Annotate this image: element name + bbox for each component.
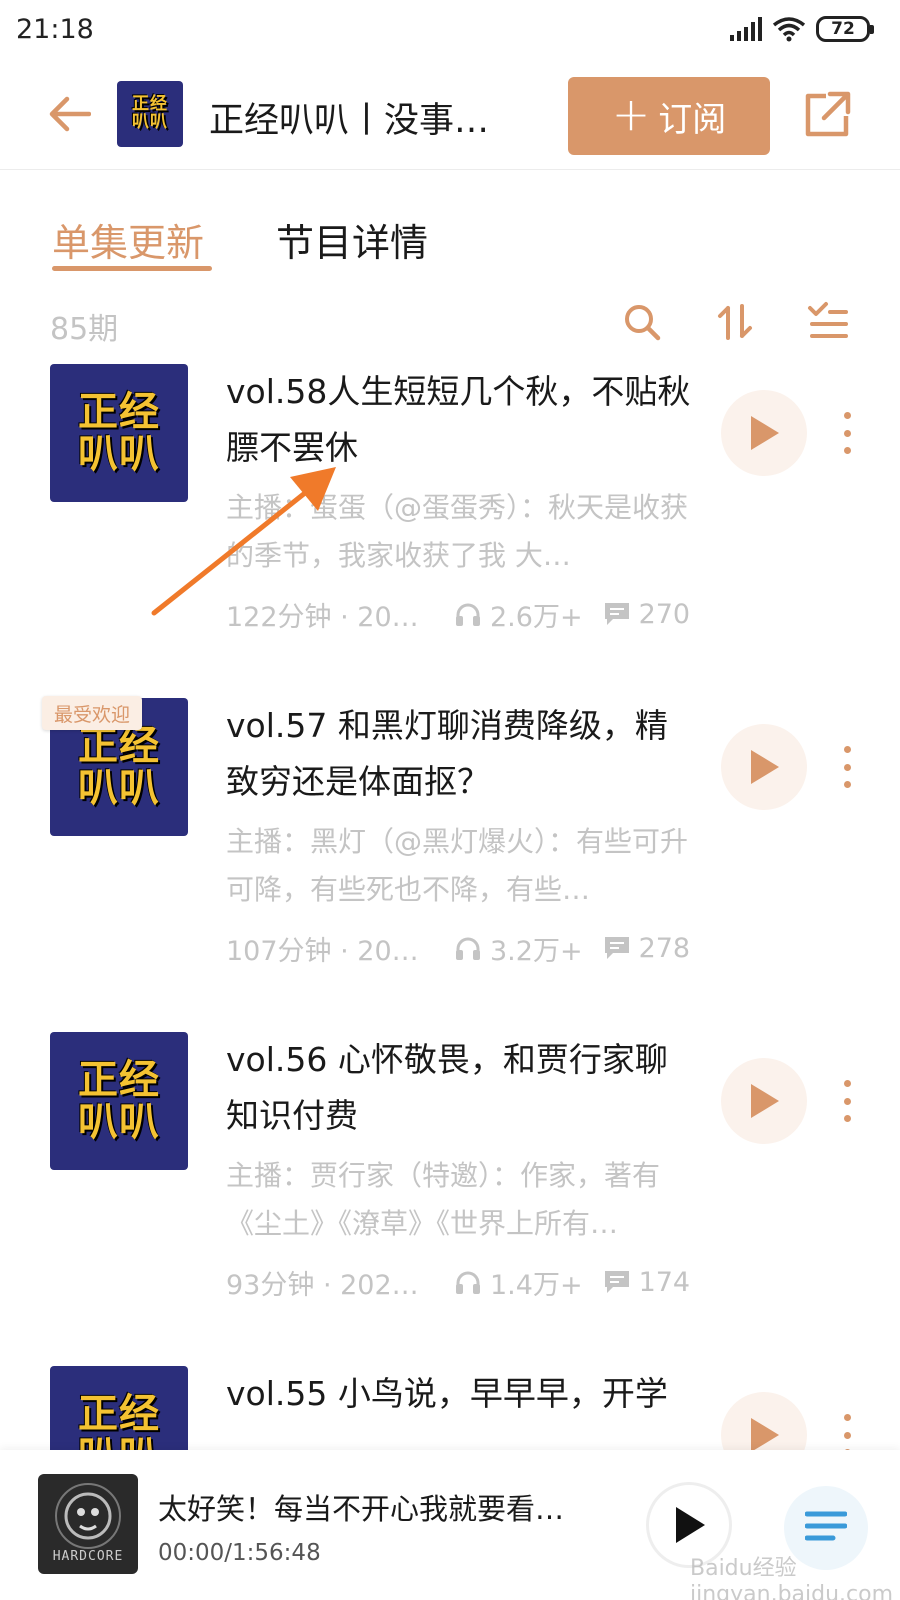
list-toolbar: 85期 [0,294,900,354]
episode-title: vol.57 和黑灯聊消费降级，精致穷还是体面抠？ [226,706,668,801]
tab-bar: 单集更新 节目详情 [0,200,900,280]
sort-icon[interactable] [712,298,760,346]
headphones-icon [456,937,480,960]
episode-item[interactable]: 正经 叭叭 最受欢迎 vol.57 和黑灯聊消费降级，精致穷还是体面抠？ 主播：… [0,696,900,1038]
mini-player-cover: HARDCORE [38,1474,138,1574]
share-icon [805,91,851,137]
play-icon [751,1084,779,1118]
episode-item[interactable]: 正经 叭叭 vol.58人生短短几个秋，不贴秋膘不罢休 主播：蛋蛋（@蛋蛋秀）：… [0,364,900,704]
episode-play-button[interactable] [721,1058,807,1144]
share-button[interactable] [800,86,856,142]
cover-text-line1: 正经 [78,1057,160,1103]
plus-icon: + [611,87,651,141]
episode-comments: 278 [638,932,691,964]
play-icon [751,1418,779,1450]
signal-icon [730,17,762,41]
episode-comments: 174 [638,1266,691,1298]
cover-text-line2: 叭叭 [78,431,160,477]
episode-cover: 正经 叭叭 [50,364,188,502]
comment-icon [604,937,629,959]
more-options-button[interactable] [832,1076,862,1126]
podcast-cover: 正经 叭叭 [117,81,183,147]
episode-item[interactable]: 正经 叭叭 vol.55 小鸟说，早早早，开学 [0,1366,900,1450]
tab-details[interactable]: 节目详情 [276,212,428,267]
wifi-icon [772,17,806,42]
status-icons: 72 [730,16,874,42]
search-icon[interactable] [618,298,666,346]
cover-text-line1: 正经 [78,723,160,769]
back-button[interactable] [44,88,96,140]
battery-indicator: 72 [816,16,874,42]
mini-player-title: 太好笑！每当不开心我就要看… [158,1492,565,1526]
episode-duration: 93分钟 · 2022… [226,1269,426,1301]
episode-title: vol.58人生短短几个秋，不贴秋膘不罢休 [226,372,691,467]
episode-plays: 2.6万+ [490,601,583,633]
active-tab-indicator [52,266,212,271]
episode-meta: 122分钟 · 202… 2.6万+ 270 [226,594,706,634]
cover-text-line1: 正经 [78,389,160,435]
episode-description: 主播：蛋蛋（@蛋蛋秀）：秋天是收获的季节，我家收获了我 大… [226,491,689,572]
popular-badge: 最受欢迎 [42,696,143,730]
more-options-button[interactable] [832,408,862,458]
episode-description: 主播：贾行家（特邀）：作家，著有《尘土》《潦草》《世界上所有… [226,1159,661,1240]
app-header: 正经 叭叭 正经叭叭丨没事… + 订阅 [0,64,900,170]
tab-episodes[interactable]: 单集更新 [52,212,204,267]
episode-comments: 270 [638,598,691,630]
status-time: 21:18 [16,14,94,45]
playlist-icon [805,1511,847,1541]
episode-cover: 正经 叭叭 [50,1032,188,1170]
mini-player-time: 00:00/1:56:48 [158,1540,321,1566]
more-options-button[interactable] [832,1410,862,1450]
headphones-icon [456,1271,480,1294]
mini-player[interactable]: HARDCORE 太好笑！每当不开心我就要看… 00:00/1:56:48 Ba… [0,1450,900,1600]
more-options-button[interactable] [832,742,862,792]
episode-item[interactable]: 正经 叭叭 vol.56 心怀敬畏，和贾行家聊知识付费 主播：贾行家（特邀）：作… [0,1032,900,1372]
play-icon [751,750,779,784]
episode-count: 85期 [50,312,119,347]
episode-cover: 正经 叭叭 [50,1366,188,1450]
episode-play-button[interactable] [721,1392,807,1450]
episode-plays: 1.4万+ [490,1269,583,1301]
cover-text-line2: 叭叭 [78,1435,160,1450]
back-arrow-icon [49,96,91,132]
play-icon [676,1507,705,1543]
episode-meta: 93分钟 · 2022… 1.4万+ 174 [226,1262,706,1302]
batch-select-icon[interactable] [804,298,852,346]
status-bar: 21:18 72 [0,0,900,64]
episode-play-button[interactable] [721,724,807,810]
comment-icon [604,603,629,625]
episode-play-button[interactable] [721,390,807,476]
comment-icon [604,1271,629,1293]
podcast-title: 正经叭叭丨没事… [209,101,490,141]
cover-text-line2: 叭叭 [132,112,168,132]
episode-plays: 3.2万+ [490,935,583,967]
episode-meta: 107分钟 · 202… 3.2万+ 278 [226,928,706,968]
cover-text-line2: 叭叭 [78,1099,160,1145]
play-icon [751,416,779,450]
cover-text-line2: 叭叭 [78,765,160,811]
watermark: Baidu经验 jingyan.baidu.com [690,1556,894,1600]
episode-duration: 122分钟 · 202… [226,601,426,633]
episode-description: 主播：黑灯（@黑灯爆火）：有些可升可降，有些死也不降，有些… [226,825,689,906]
cover-text-line1: 正经 [78,1391,160,1437]
subscribe-button[interactable]: + 订阅 [568,77,770,155]
episode-title: vol.56 心怀敬畏，和贾行家聊知识付费 [226,1040,668,1135]
headphones-icon [456,603,480,626]
episode-title: vol.55 小鸟说，早早早，开学 [226,1374,668,1413]
subscribe-label: 订阅 [658,99,727,140]
mini-cover-label: HARDCORE [52,1549,124,1564]
episode-duration: 107分钟 · 202… [226,935,426,967]
